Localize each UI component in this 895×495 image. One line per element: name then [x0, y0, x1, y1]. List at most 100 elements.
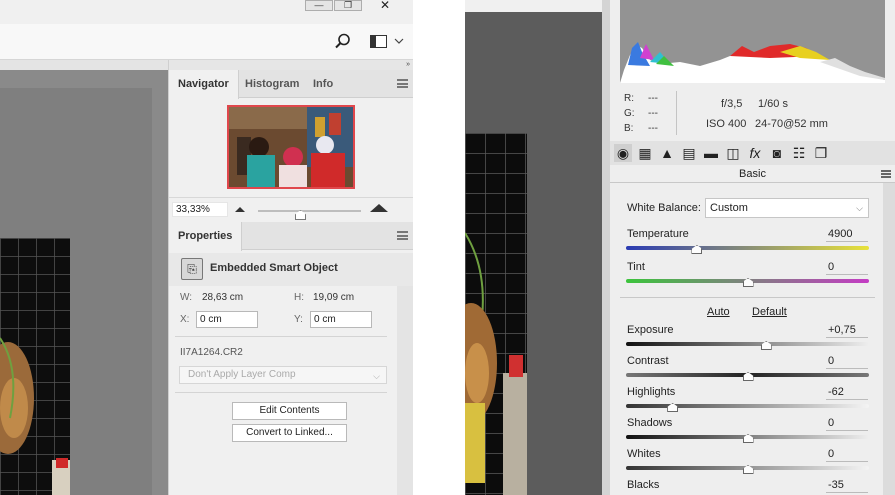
width-label: W:: [180, 292, 193, 303]
contrast-value[interactable]: 0: [826, 355, 868, 369]
highlights-value[interactable]: -62: [826, 386, 868, 400]
chevron-down-icon: ⌵: [856, 203, 863, 213]
camera-raw-side-panel: R: --- G: --- B: --- f/3,5 1/60 s ISO 40…: [610, 0, 895, 495]
tab-properties[interactable]: Properties: [169, 222, 243, 251]
panel-scrollbar[interactable]: [883, 183, 895, 495]
shadows-value[interactable]: 0: [826, 417, 868, 431]
source-filename: II7A1264.CR2: [180, 347, 243, 358]
divider: [175, 392, 387, 393]
collapse-panels-button[interactable]: »: [169, 60, 413, 70]
b-label: B:: [624, 123, 634, 134]
tab-info[interactable]: Info: [304, 70, 342, 98]
presets-icon[interactable]: ☷: [790, 144, 808, 162]
navigator-preview-image: [229, 107, 353, 187]
y-label: Y:: [294, 314, 303, 325]
width-value: 28,63 cm: [202, 292, 244, 303]
panel-divider[interactable]: [602, 0, 610, 495]
temperature-label: Temperature: [627, 228, 689, 240]
g-value: ---: [648, 108, 658, 119]
zoom-out-icon[interactable]: [235, 207, 245, 212]
panel-menu-icon[interactable]: [397, 79, 408, 88]
auto-link[interactable]: Auto: [707, 306, 730, 318]
close-button[interactable]: ✕: [362, 0, 408, 11]
basic-icon[interactable]: ◉: [614, 144, 632, 162]
rgb-divider: [676, 91, 677, 135]
minimize-button[interactable]: —: [305, 0, 333, 11]
tab-histogram[interactable]: Histogram: [236, 70, 308, 98]
height-value: 19,09 cm: [313, 292, 355, 303]
restore-button[interactable]: ❐: [334, 0, 362, 11]
effects-icon[interactable]: fx: [746, 144, 764, 162]
g-label: G:: [624, 108, 635, 119]
tab-navigator[interactable]: Navigator: [169, 70, 239, 99]
properties-tab-bar: Properties: [169, 222, 413, 251]
white-balance-select[interactable]: Custom ⌵: [705, 198, 869, 218]
properties-scrollbar[interactable]: [397, 286, 413, 495]
search-icon[interactable]: [335, 33, 351, 49]
divider: [175, 336, 387, 337]
x-input[interactable]: 0 cm: [196, 311, 258, 328]
white-balance-value: Custom: [710, 202, 748, 214]
default-link[interactable]: Default: [752, 306, 787, 318]
chevron-down-icon[interactable]: [394, 38, 404, 45]
document-tab-strip: [0, 60, 168, 70]
blacks-value[interactable]: -35: [826, 479, 868, 493]
exposure-value[interactable]: +0,75: [826, 324, 868, 338]
edit-contents-button[interactable]: Edit Contents: [232, 402, 347, 420]
layer-comp-value: Don't Apply Layer Comp: [188, 369, 296, 380]
hsl-icon[interactable]: ▤: [680, 144, 698, 162]
camera-raw-title-strip: [465, 0, 607, 12]
photo-preview: [0, 238, 70, 495]
photoshop-window: — ❐ ✕ » Navigator Histogram Info 33,33% …: [0, 0, 413, 495]
panel-menu-icon[interactable]: [881, 170, 891, 178]
exposure-slider[interactable]: [626, 342, 869, 346]
zoom-in-icon[interactable]: [370, 204, 388, 212]
highlights-label: Highlights: [627, 386, 676, 398]
detail-icon[interactable]: ▲: [658, 144, 676, 162]
convert-to-linked-button[interactable]: Convert to Linked...: [232, 424, 347, 442]
workspace-icon[interactable]: [370, 35, 388, 48]
shutter-value: 1/60 s: [758, 98, 788, 110]
chevron-down-icon: ⌵: [373, 371, 380, 381]
white-balance-label: White Balance:: [627, 202, 701, 214]
contrast-label: Contrast: [627, 355, 669, 367]
temperature-slider[interactable]: [626, 246, 869, 250]
height-label: H:: [294, 292, 304, 303]
b-value: ---: [648, 123, 658, 134]
panel-tabs-toolbar: ◉ ▦ ▲ ▤ ▬ ◫ fx ◙ ☷ ❐: [610, 141, 895, 165]
lens-value: 24-70@52 mm: [755, 118, 828, 130]
panel-dock: » Navigator Histogram Info 33,33% Proper…: [168, 60, 413, 495]
divider: [610, 182, 895, 183]
title-bar: — ❐ ✕: [0, 0, 413, 22]
document-canvas[interactable]: [0, 70, 168, 495]
navigator-zoom-row: 33,33%: [169, 197, 413, 220]
tint-label: Tint: [627, 261, 645, 273]
camera-calibration-icon[interactable]: ◙: [768, 144, 786, 162]
panel-title: Basic: [739, 168, 766, 180]
photo-image: [0, 238, 70, 495]
lens-corrections-icon[interactable]: ◫: [724, 144, 742, 162]
histogram-graph: [620, 42, 885, 83]
y-input[interactable]: 0 cm: [310, 311, 372, 328]
split-toning-icon[interactable]: ▬: [702, 144, 720, 162]
tint-value[interactable]: 0: [826, 261, 868, 275]
camera-raw-preview[interactable]: [465, 133, 527, 495]
properties-header: ⎘ Embedded Smart Object: [169, 253, 413, 286]
navigator-thumbnail[interactable]: [227, 105, 355, 189]
highlights-slider[interactable]: [626, 404, 869, 408]
whites-label: Whites: [627, 448, 661, 460]
properties-menu-icon[interactable]: [397, 231, 408, 240]
layer-comp-select[interactable]: Don't Apply Layer Comp ⌵: [179, 366, 387, 384]
zoom-input[interactable]: 33,33%: [172, 202, 228, 217]
histogram: [620, 0, 885, 83]
snapshots-icon[interactable]: ❐: [812, 144, 830, 162]
r-label: R:: [624, 93, 634, 104]
whites-value[interactable]: 0: [826, 448, 868, 462]
exposure-label: Exposure: [627, 324, 674, 336]
tone-curve-icon[interactable]: ▦: [636, 144, 654, 162]
temperature-value[interactable]: 4900: [826, 228, 868, 242]
preview-image: [465, 133, 527, 495]
zoom-slider[interactable]: [258, 210, 361, 212]
aperture-value: f/3,5: [721, 98, 743, 110]
smart-object-type: Embedded Smart Object: [210, 262, 338, 274]
